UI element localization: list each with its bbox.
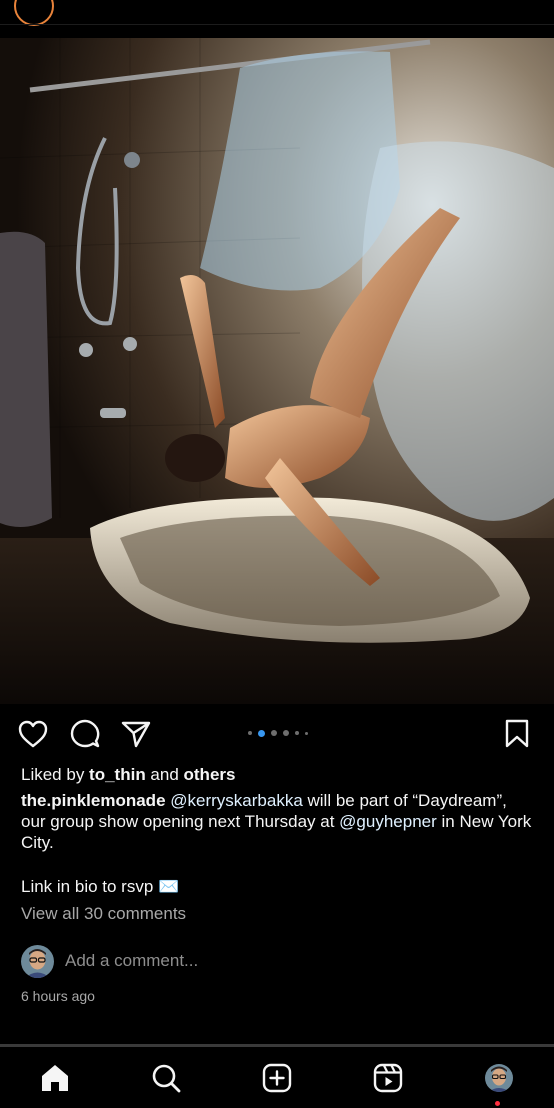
add-comment-row <box>21 944 536 978</box>
carousel-dot <box>295 731 299 735</box>
user-avatar-image <box>21 944 54 978</box>
tab-profile[interactable] <box>481 1060 517 1096</box>
post-details: Liked by to_thin and others the.pinklemo… <box>21 764 536 924</box>
paper-plane-icon <box>121 721 151 748</box>
share-button[interactable] <box>120 718 152 750</box>
header-divider <box>0 24 554 25</box>
carousel-dot <box>271 730 277 736</box>
save-button[interactable] <box>501 718 533 750</box>
tab-search[interactable] <box>148 1060 184 1096</box>
likes-summary: Liked by to_thin and others <box>21 764 536 785</box>
carousel-indicator <box>248 729 308 737</box>
view-all-comments-link[interactable]: View all 30 comments <box>21 903 536 924</box>
like-button[interactable] <box>17 718 49 750</box>
post-actions <box>0 712 554 758</box>
previous-post-header <box>0 0 554 38</box>
bottom-tab-bar <box>0 1047 554 1108</box>
post-photo[interactable] <box>0 38 554 704</box>
reels-icon <box>373 1063 403 1093</box>
tab-create[interactable] <box>259 1060 295 1096</box>
liked-by-user-link[interactable]: to_thin <box>89 765 146 784</box>
avatar <box>21 944 54 978</box>
comment-button[interactable] <box>69 718 101 750</box>
caption-mention-link[interactable]: @kerryskarbakka <box>170 791 303 810</box>
likes-prefix: Liked by <box>21 765 90 784</box>
heart-icon <box>18 720 48 748</box>
post-caption: the.pinklemonade @kerryskarbakka will be… <box>21 790 536 853</box>
search-icon <box>152 1064 181 1093</box>
comment-icon <box>70 719 100 748</box>
caption-author-link[interactable]: the.pinklemonade <box>21 791 166 810</box>
profile-avatar <box>485 1064 513 1092</box>
carousel-dot-active <box>258 729 265 737</box>
tab-reels[interactable] <box>370 1060 406 1096</box>
likes-connector: and <box>145 765 184 784</box>
plus-square-icon <box>262 1063 292 1093</box>
bookmark-icon <box>505 719 529 748</box>
notification-dot <box>495 1101 500 1106</box>
caption-mention-link[interactable]: @guyhepner <box>339 812 437 831</box>
comment-input[interactable] <box>65 951 465 971</box>
carousel-dot <box>305 731 308 735</box>
tab-home[interactable] <box>37 1060 73 1096</box>
carousel-dot <box>248 731 252 735</box>
caption-rsvp-line: Link in bio to rsvp ✉️ <box>21 877 180 896</box>
likes-others-link[interactable]: others <box>184 765 236 784</box>
story-ring-avatar[interactable] <box>14 0 54 26</box>
carousel-dot <box>283 730 289 736</box>
home-icon <box>42 1065 68 1091</box>
post-timestamp: 6 hours ago <box>21 988 95 1004</box>
post-photo-image <box>0 38 554 704</box>
